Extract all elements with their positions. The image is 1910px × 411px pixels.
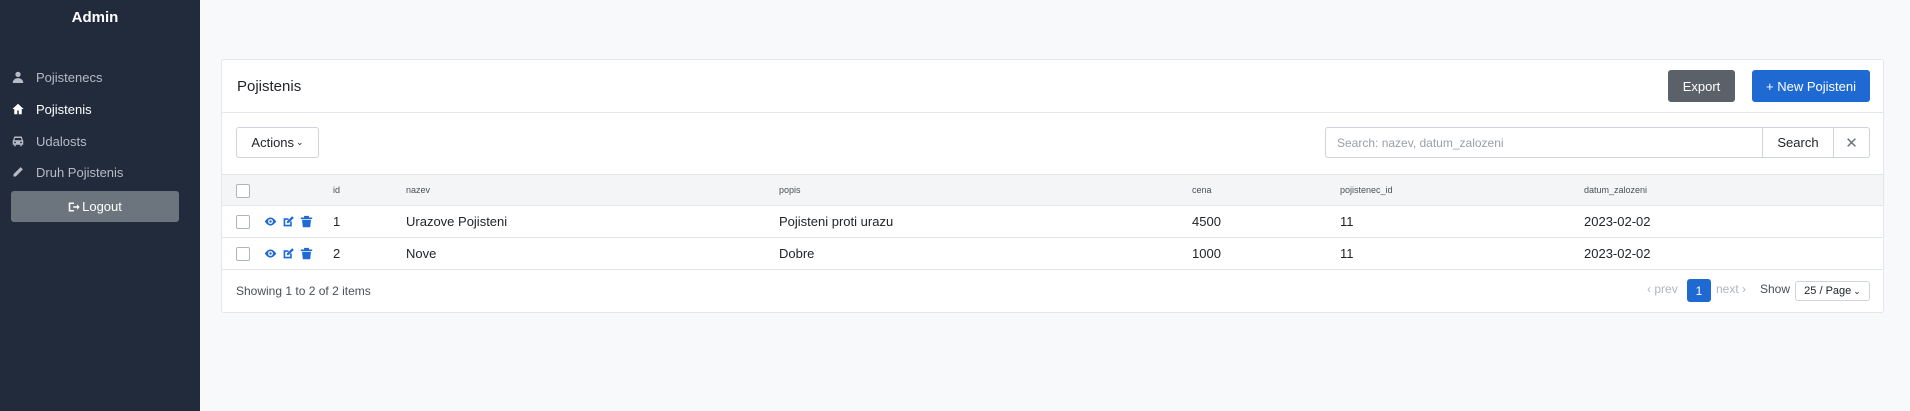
clear-search-button[interactable]: ✕ xyxy=(1833,128,1869,157)
column-header-datum-zalozeni[interactable]: datum_zalozeni xyxy=(1584,175,1647,206)
table-row: 2 Nove Dobre 1000 11 2023-02-02 xyxy=(222,238,1883,270)
edit-icon[interactable] xyxy=(282,215,295,228)
sidebar-item-label: Druh Pojistenis xyxy=(36,164,124,180)
cell-datum-zalozeni: 2023-02-02 xyxy=(1584,246,1651,261)
chevron-down-icon: ⌄ xyxy=(296,137,304,147)
cell-nazev: Urazove Pojisteni xyxy=(406,214,508,229)
search-group: Search ✕ xyxy=(1325,127,1870,158)
next-label: next xyxy=(1716,282,1739,296)
home-icon xyxy=(11,102,25,116)
new-pojisteni-button[interactable]: + New Pojisteni xyxy=(1752,70,1870,102)
show-label: Show xyxy=(1760,282,1791,296)
sidebar-item-pojistenecs[interactable]: Pojistenecs xyxy=(0,63,200,91)
chevron-down-icon: ⌄ xyxy=(1853,285,1861,296)
sidebar-item-label: Udalosts xyxy=(36,133,87,149)
export-button[interactable]: Export xyxy=(1668,70,1735,102)
sidebar-item-pojistenis[interactable]: Pojistenis xyxy=(0,95,200,123)
table-row: 1 Urazove Pojisteni Pojisteni proti uraz… xyxy=(222,206,1883,238)
close-icon: ✕ xyxy=(1845,134,1858,152)
search-button[interactable]: Search xyxy=(1762,128,1833,157)
cell-pojistenec-id: 11 xyxy=(1340,246,1354,261)
per-page-value: 25 / Page xyxy=(1804,285,1852,297)
logout-icon xyxy=(68,202,80,211)
chevron-right-icon: › xyxy=(1738,282,1747,296)
cell-id: 1 xyxy=(333,214,341,229)
column-header-nazev[interactable]: nazev xyxy=(406,175,430,206)
row-checkbox[interactable] xyxy=(236,247,250,261)
sidebar-item-udalosts[interactable]: Udalosts xyxy=(0,127,200,155)
view-icon[interactable] xyxy=(264,247,277,260)
cell-nazev: Nove xyxy=(406,246,437,261)
actions-label: Actions xyxy=(251,135,295,150)
search-input[interactable] xyxy=(1326,128,1762,157)
logout-label: Logout xyxy=(82,199,122,214)
column-header-id[interactable]: id xyxy=(333,175,340,206)
cell-popis: Pojisteni proti urazu xyxy=(779,214,894,229)
select-all-checkbox[interactable] xyxy=(236,184,250,198)
table-header: id nazev popis cena pojistenec_id datum_… xyxy=(222,174,1883,206)
sidebar-item-label: Pojistenecs xyxy=(36,69,103,85)
cell-id: 2 xyxy=(333,246,341,261)
cell-popis: Dobre xyxy=(779,246,815,261)
actions-dropdown[interactable]: Actions ⌄ xyxy=(236,127,319,158)
cell-datum-zalozeni: 2023-02-02 xyxy=(1584,214,1651,229)
page-title: Pojistenis xyxy=(237,78,302,95)
edit-icon[interactable] xyxy=(282,247,295,260)
prev-page-link[interactable]: ‹ prev xyxy=(1647,282,1678,296)
delete-icon[interactable] xyxy=(300,247,313,260)
next-page-link[interactable]: next › xyxy=(1716,282,1746,296)
showing-items-text: Showing 1 to 2 of 2 items xyxy=(236,284,371,298)
prev-label: prev xyxy=(1654,282,1678,296)
car-icon xyxy=(11,134,25,148)
page-1-button[interactable]: 1 xyxy=(1687,279,1711,302)
cell-cena: 4500 xyxy=(1192,214,1221,229)
brand-title: Admin xyxy=(71,9,119,26)
cell-pojistenec-id: 11 xyxy=(1340,214,1354,229)
column-header-popis[interactable]: popis xyxy=(779,175,801,206)
per-page-select[interactable]: 25 / Page ⌄ xyxy=(1795,281,1870,301)
sidebar: Admin Pojistenecs Pojistenis Udalosts Dr… xyxy=(0,0,200,411)
user-icon xyxy=(11,70,25,84)
view-icon[interactable] xyxy=(264,215,277,228)
sidebar-item-label: Pojistenis xyxy=(36,101,92,117)
pencil-icon xyxy=(11,165,25,179)
column-header-cena[interactable]: cena xyxy=(1192,175,1212,206)
logout-button[interactable]: Logout xyxy=(11,191,179,222)
row-checkbox[interactable] xyxy=(236,215,250,229)
cell-cena: 1000 xyxy=(1192,246,1221,261)
divider xyxy=(222,112,1883,113)
pojistenis-card: Pojistenis Export + New Pojisteni Action… xyxy=(221,59,1884,313)
chevron-left-icon: ‹ xyxy=(1647,282,1655,296)
column-header-pojistenec-id[interactable]: pojistenec_id xyxy=(1340,175,1393,206)
sidebar-item-druh-pojistenis[interactable]: Druh Pojistenis xyxy=(0,158,200,186)
delete-icon[interactable] xyxy=(300,215,313,228)
